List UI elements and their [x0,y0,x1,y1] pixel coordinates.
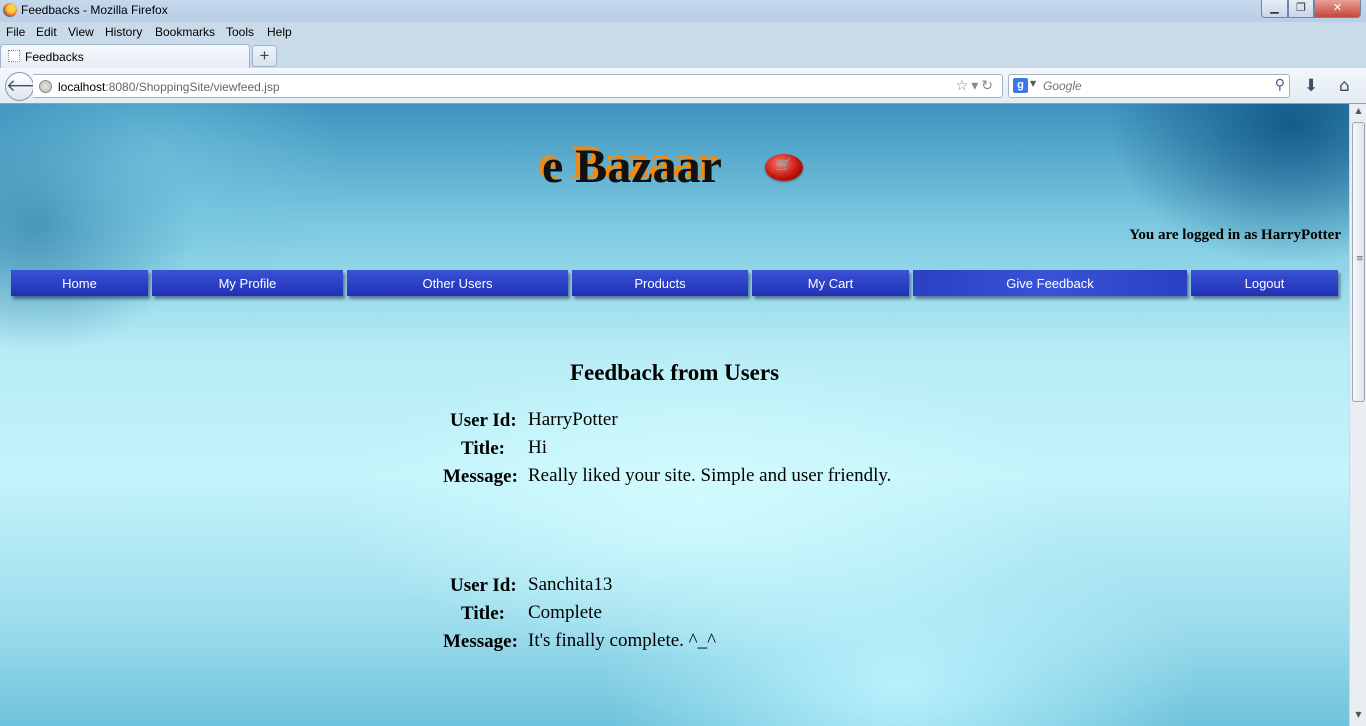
grip-icon: ≡ [1356,254,1364,264]
navigation-toolbar: 🡐 localhost:8080/ShoppingSite/viewfeed.j… [0,68,1366,104]
title-value: Hi [528,437,547,458]
cart-logo: 🛒 [765,154,803,181]
nav-home[interactable]: Home [11,270,148,296]
site-identity-icon[interactable] [39,80,52,93]
home-icon[interactable]: ⌂ [1339,76,1350,96]
nav-logout[interactable]: Logout [1191,270,1338,296]
url-actions: ☆▾↻ [956,78,996,94]
scroll-down-arrow-icon[interactable]: ▼ [1352,710,1365,723]
menu-tools[interactable]: Tools [226,25,254,39]
message-value: Really liked your site. Simple and user … [528,465,892,486]
window-titlebar: Feedbacks - Mozilla Firefox ▁ ❐ ✕ [0,0,1366,22]
search-engine-dropdown-icon[interactable]: ▼ [1030,79,1036,88]
search-engine-icon[interactable]: g [1013,78,1028,93]
user-id-label: User Id: [450,410,517,431]
scroll-up-arrow-icon[interactable]: ▲ [1352,106,1365,119]
page-viewport: e Bazaar 🛒 You are logged in as HarryPot… [0,104,1349,726]
menu-history[interactable]: History [105,25,142,39]
window-title: Feedbacks - Mozilla Firefox [21,3,168,17]
feedback-heading: Feedback from Users [569,360,780,385]
nav-give-feedback[interactable]: Give Feedback [913,270,1187,296]
message-label: Message: [443,631,518,652]
message-label: Message: [443,466,518,487]
nav-my-cart[interactable]: My Cart [752,270,909,296]
user-id-value: Sanchita13 [528,574,613,595]
logged-in-status: You are logged in as HarryPotter [1129,227,1341,243]
back-button[interactable]: 🡐 [5,72,52,101]
maximize-button[interactable]: ❐ [1288,0,1314,18]
menu-edit[interactable]: Edit [36,25,57,39]
menu-bar: File Edit View History Bookmarks Tools H… [0,22,300,42]
new-tab-button[interactable]: + [252,45,277,67]
vertical-scrollbar[interactable]: ▲ ≡ ▼ [1349,104,1366,726]
shopping-cart-icon: 🛒 [775,158,793,173]
firefox-logo-icon [3,3,17,17]
page-favicon-icon [8,50,20,62]
search-icon[interactable]: ⚲ [1275,77,1285,93]
nav-other-users[interactable]: Other Users [347,270,568,296]
minimize-button[interactable]: ▁ [1261,0,1288,18]
search-bar[interactable]: g ▼ ⚲ [1008,74,1290,98]
menu-file[interactable]: File [6,25,25,39]
tab-label: Feedbacks [25,50,84,64]
nav-products[interactable]: Products [572,270,748,296]
title-label: Title: [461,603,505,624]
nav-my-profile[interactable]: My Profile [152,270,343,296]
url-path: :8080/ShoppingSite/viewfeed.jsp [105,80,280,94]
history-dropdown-icon[interactable]: ▾ [971,78,981,94]
menu-help[interactable]: Help [267,25,292,39]
user-id-label: User Id: [450,575,517,596]
url-text[interactable]: localhost:8080/ShoppingSite/viewfeed.jsp [58,80,280,94]
address-bar[interactable]: localhost:8080/ShoppingSite/viewfeed.jsp… [33,74,1003,98]
tab-strip: Feedbacks + [0,42,1366,68]
user-id-value: HarryPotter [528,409,618,430]
scrollbar-thumb[interactable]: ≡ [1352,122,1365,402]
reload-icon[interactable]: ↻ [981,78,996,94]
title-label: Title: [461,438,505,459]
downloads-icon[interactable]: ⬇ [1304,76,1318,96]
tab-feedbacks[interactable]: Feedbacks [0,44,250,68]
title-value: Complete [528,602,602,623]
message-value: It's finally complete. ^_^ [528,630,716,651]
search-input[interactable] [1043,79,1263,93]
menu-bookmarks[interactable]: Bookmarks [155,25,215,39]
bookmark-star-icon[interactable]: ☆ [956,78,972,94]
site-title: e Bazaar [542,140,722,193]
menu-view[interactable]: View [68,25,94,39]
close-window-button[interactable]: ✕ [1314,0,1361,18]
url-host: localhost [58,80,106,94]
